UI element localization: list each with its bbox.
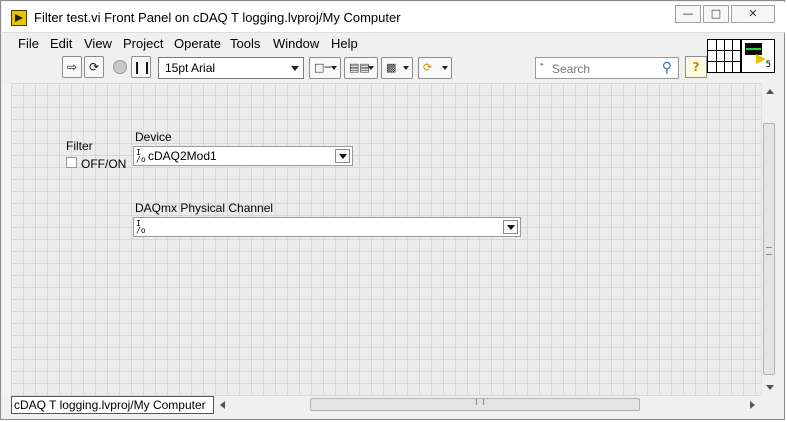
vertical-scrollbar[interactable] <box>761 83 777 396</box>
help-icon: ? <box>692 60 700 74</box>
resize-objects-button[interactable]: ▩ <box>381 57 413 79</box>
panel-left-edge <box>2 83 11 396</box>
front-panel-canvas[interactable] <box>11 83 761 396</box>
menu-edit[interactable]: Edit <box>50 36 72 51</box>
menu-window[interactable]: Window <box>273 36 319 51</box>
scroll-up-icon[interactable] <box>766 89 774 94</box>
device-io-control[interactable]: I/o cDAQ2Mod1 <box>133 146 353 166</box>
filter-checkbox-text: OFF/ON <box>81 157 127 171</box>
horizontal-scrollbar[interactable] <box>214 396 761 414</box>
chevron-down-icon <box>442 66 448 70</box>
reorder-button[interactable]: ⟳ <box>418 57 452 79</box>
chevron-down-icon <box>331 66 337 70</box>
magnifier-icon[interactable]: ⚲ <box>662 59 672 76</box>
pause-icon: ❙❙ <box>132 60 153 74</box>
title-bar[interactable]: Filter test.vi Front Panel on cDAQ T log… <box>2 2 785 33</box>
run-arrow-icon <box>756 54 766 64</box>
vi-icon[interactable]: 5 <box>741 39 775 73</box>
context-help-button[interactable]: ? <box>685 56 707 78</box>
search-box[interactable]: ‣ ⚲ <box>535 57 679 79</box>
window-title: Filter test.vi Front Panel on cDAQ T log… <box>34 10 401 25</box>
search-input[interactable] <box>550 60 654 78</box>
physical-channel-io-control[interactable]: I/o <box>133 217 521 237</box>
physical-channel-label: DAQmx Physical Channel <box>135 201 274 215</box>
minimize-icon: — <box>682 7 694 20</box>
maximize-button[interactable]: □ <box>703 5 729 23</box>
align-objects-button[interactable]: □─ <box>309 57 341 79</box>
physical-channel-dropdown-button[interactable] <box>503 220 518 234</box>
font-setting-value: 15pt Arial <box>165 61 216 75</box>
run-arrow-icon: ⇨ <box>66 60 78 74</box>
align-objects-icon: □─ <box>314 61 332 74</box>
reorder-icon: ⟳ <box>423 61 433 74</box>
text-settings-dropdown[interactable]: 15pt Arial <box>158 57 304 79</box>
run-continuously-button[interactable]: ⟳ <box>84 56 104 78</box>
connector-pane-icon[interactable] <box>707 39 741 73</box>
maximize-icon: □ <box>710 7 722 20</box>
project-context-status: cDAQ T logging.lvproj/My Computer <box>11 396 214 414</box>
filter-label: Filter <box>66 139 93 153</box>
run-continuously-icon: ⟳ <box>88 60 100 74</box>
menu-tools[interactable]: Tools <box>230 36 260 51</box>
toolbar: ⇨ ⟳ ❙❙ 15pt Arial □─ ▤▤ ▩ ⟳ ‣ Search ⚲ ? <box>2 53 707 83</box>
vi-front-panel-window: Filter test.vi Front Panel on cDAQ T log… <box>0 0 785 420</box>
scroll-left-icon[interactable] <box>220 401 225 409</box>
chevron-down-icon <box>291 66 299 71</box>
filter-checkbox[interactable] <box>66 157 77 168</box>
device-dropdown-button[interactable] <box>335 149 350 163</box>
resize-objects-icon: ▩ <box>386 61 397 74</box>
vi-icon-number: 5 <box>765 60 771 70</box>
scrollbar-corner <box>761 396 776 414</box>
scroll-right-icon[interactable] <box>750 401 755 409</box>
device-label: Device <box>135 130 172 144</box>
scroll-down-icon[interactable] <box>766 385 774 390</box>
menu-operate[interactable]: Operate <box>174 36 221 51</box>
distribute-objects-icon: ▤▤ <box>349 61 370 74</box>
horizontal-scroll-thumb[interactable] <box>310 398 640 411</box>
io-name-icon: I/o <box>136 148 146 164</box>
search-caret-icon: ‣ <box>539 60 545 71</box>
minimize-button[interactable]: — <box>675 5 701 23</box>
menu-project[interactable]: Project <box>123 36 163 51</box>
close-button[interactable]: ✕ <box>731 5 775 23</box>
pause-button[interactable]: ❙❙ <box>131 56 153 78</box>
close-icon: ✕ <box>748 7 758 20</box>
distribute-objects-button[interactable]: ▤▤ <box>344 57 378 79</box>
menu-view[interactable]: View <box>84 36 112 51</box>
menu-help[interactable]: Help <box>331 36 358 51</box>
run-button[interactable]: ⇨ <box>62 56 82 78</box>
labview-vi-icon <box>11 10 27 26</box>
abort-icon <box>113 60 127 74</box>
abort-button[interactable] <box>110 56 130 78</box>
io-name-icon: I/o <box>136 219 146 235</box>
device-value: cDAQ2Mod1 <box>148 149 217 163</box>
menu-bar: File Edit View Project Operate Tools Win… <box>2 33 702 53</box>
chevron-down-icon <box>403 66 409 70</box>
chevron-down-icon <box>368 66 374 70</box>
menu-file[interactable]: File <box>18 36 39 51</box>
